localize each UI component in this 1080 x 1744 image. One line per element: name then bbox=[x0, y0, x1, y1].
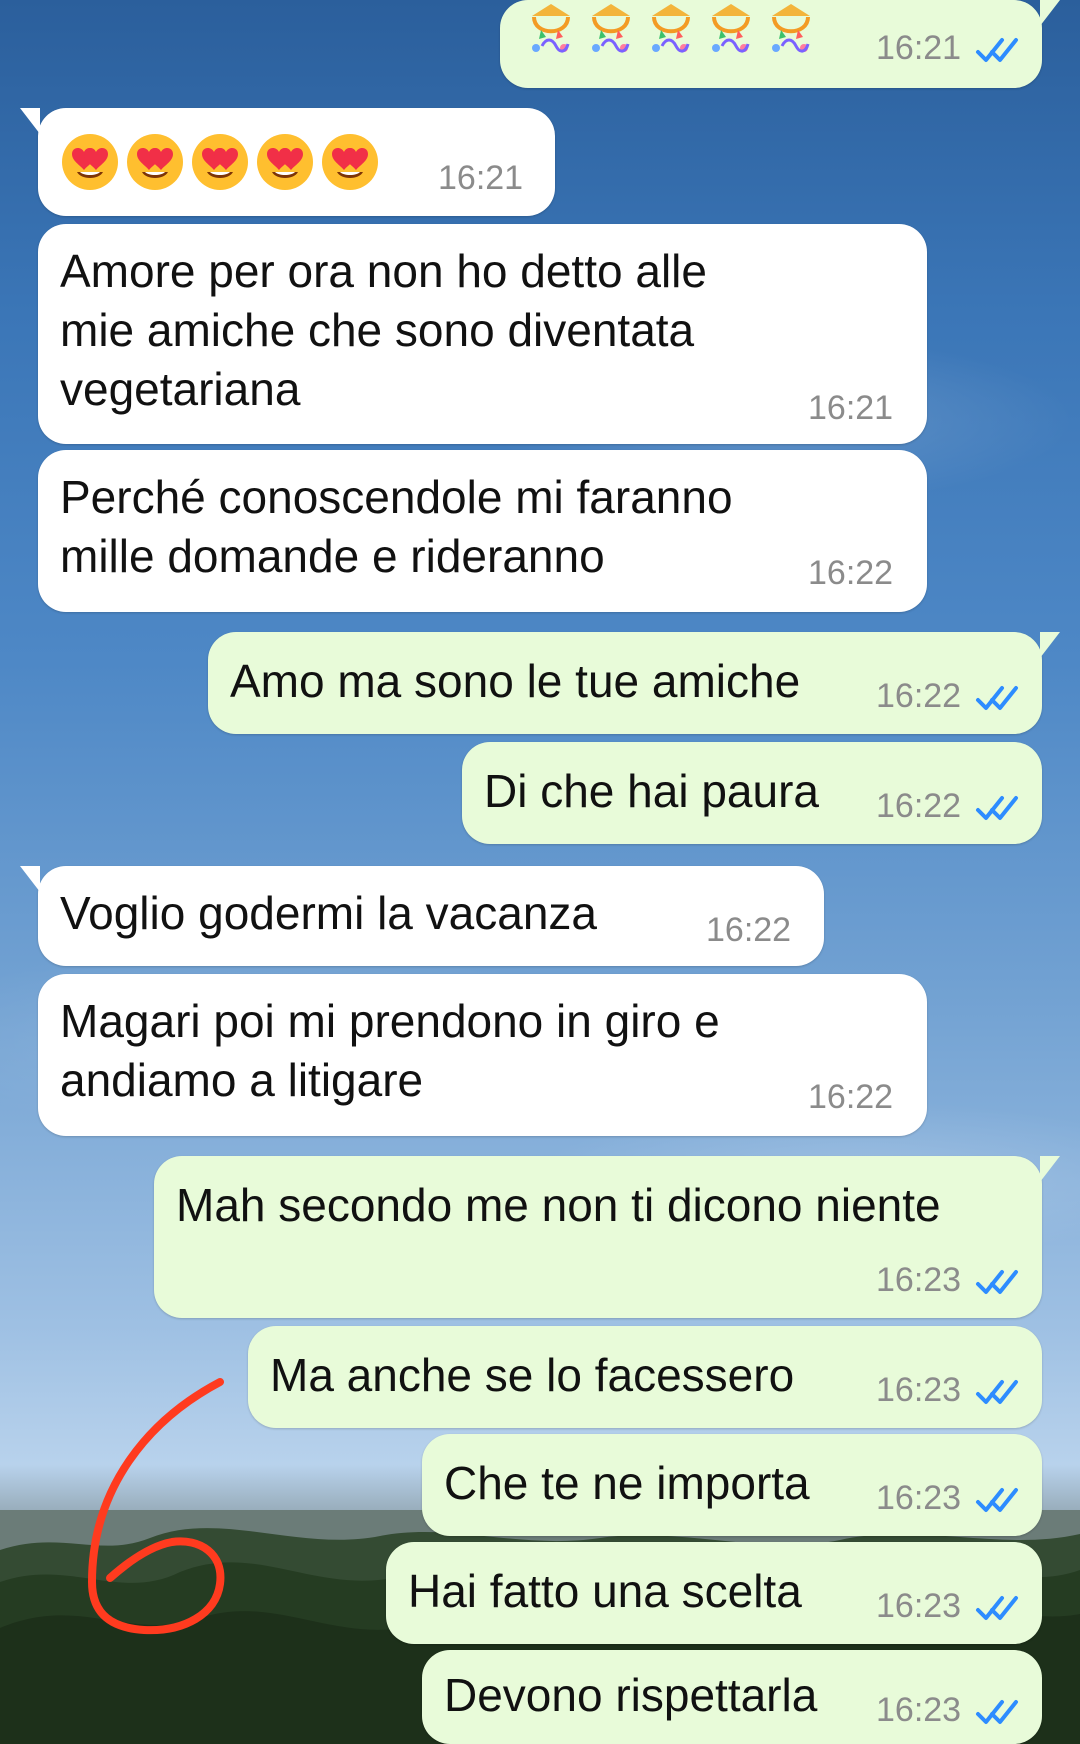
party-popper-icon bbox=[592, 4, 630, 53]
message-timestamp: 16:22 bbox=[808, 1078, 894, 1116]
read-receipt-icon bbox=[976, 796, 1018, 820]
outgoing-message-bubble[interactable]: Amo ma sono le tue amiche 16:22 bbox=[208, 632, 1060, 734]
outgoing-message-bubble[interactable]: Devono rispettarla 16:23 bbox=[422, 1650, 1042, 1744]
incoming-message-bubble[interactable]: Voglio godermi la vacanza 16:22 bbox=[20, 866, 824, 966]
heart-eyes-icon bbox=[127, 134, 183, 190]
party-popper-icon bbox=[652, 4, 690, 53]
message-timestamp: 16:22 bbox=[876, 677, 962, 715]
outgoing-message-bubble[interactable]: Che te ne importa 16:23 bbox=[422, 1434, 1042, 1536]
message-text: Mah secondo me non ti dicono niente bbox=[176, 1179, 941, 1231]
outgoing-message-bubble[interactable]: Ma anche se lo facessero 16:23 bbox=[248, 1326, 1042, 1428]
message-text: Perché conoscendole mi faranno mille dom… bbox=[60, 471, 733, 582]
message-timestamp: 16:23 bbox=[876, 1371, 962, 1409]
party-popper-icon bbox=[532, 4, 570, 53]
heart-eyes-icon bbox=[322, 134, 378, 190]
outgoing-message-bubble[interactable]: 16:21 bbox=[500, 0, 1060, 88]
read-receipt-icon bbox=[976, 1380, 1018, 1404]
incoming-message-bubble[interactable]: Perché conoscendole mi faranno mille dom… bbox=[38, 450, 927, 612]
heart-eyes-emoji-row bbox=[60, 132, 380, 192]
message-timestamp: 16:22 bbox=[808, 554, 894, 592]
message-text: Hai fatto una scelta bbox=[408, 1565, 802, 1617]
party-popper-icon bbox=[712, 4, 750, 53]
outgoing-message-bubble[interactable]: Di che hai paura 16:22 bbox=[462, 742, 1042, 844]
message-timestamp: 16:22 bbox=[876, 787, 962, 825]
read-receipt-icon bbox=[976, 1596, 1018, 1620]
message-timestamp: 16:22 bbox=[706, 911, 792, 949]
read-receipt-icon bbox=[976, 686, 1018, 710]
incoming-message-bubble[interactable]: 16:21 bbox=[20, 108, 555, 216]
read-receipt-icon bbox=[976, 1700, 1018, 1724]
incoming-message-bubble[interactable]: Magari poi mi prendono in giro e andiamo… bbox=[38, 974, 927, 1136]
heart-eyes-icon bbox=[257, 134, 313, 190]
message-timestamp: 16:23 bbox=[876, 1691, 962, 1729]
incoming-message-bubble[interactable]: Amore per ora non ho detto alle mie amic… bbox=[38, 224, 927, 444]
message-text: Amore per ora non ho detto alle mie amic… bbox=[60, 245, 707, 415]
message-timestamp: 16:21 bbox=[876, 29, 962, 67]
heart-eyes-icon bbox=[192, 134, 248, 190]
read-receipt-icon bbox=[976, 1488, 1018, 1512]
red-arrow-annotation bbox=[88, 1378, 225, 1635]
message-text: Di che hai paura bbox=[484, 765, 819, 817]
outgoing-message-bubble[interactable]: Mah secondo me non ti dicono niente 16:2… bbox=[154, 1156, 1060, 1318]
message-text: Devono rispettarla bbox=[444, 1669, 818, 1721]
message-timestamp: 16:23 bbox=[876, 1261, 962, 1299]
message-text: Che te ne importa bbox=[444, 1457, 810, 1509]
message-text: Magari poi mi prendono in giro e andiamo… bbox=[60, 995, 720, 1106]
read-receipt-icon bbox=[976, 1270, 1018, 1294]
party-popper-icon bbox=[772, 4, 810, 53]
message-timestamp: 16:23 bbox=[876, 1587, 962, 1625]
message-text: Ma anche se lo facessero bbox=[270, 1349, 795, 1401]
party-popper-emoji-row bbox=[524, 2, 818, 60]
message-text: Voglio godermi la vacanza bbox=[60, 887, 597, 939]
read-receipt-icon bbox=[976, 38, 1018, 62]
outgoing-message-bubble[interactable]: Hai fatto una scelta 16:23 bbox=[386, 1542, 1042, 1644]
heart-eyes-icon bbox=[62, 134, 118, 190]
message-timestamp: 16:21 bbox=[438, 159, 524, 197]
message-text: Amo ma sono le tue amiche bbox=[230, 655, 801, 707]
message-timestamp: 16:23 bbox=[876, 1479, 962, 1517]
message-timestamp: 16:21 bbox=[808, 389, 894, 427]
